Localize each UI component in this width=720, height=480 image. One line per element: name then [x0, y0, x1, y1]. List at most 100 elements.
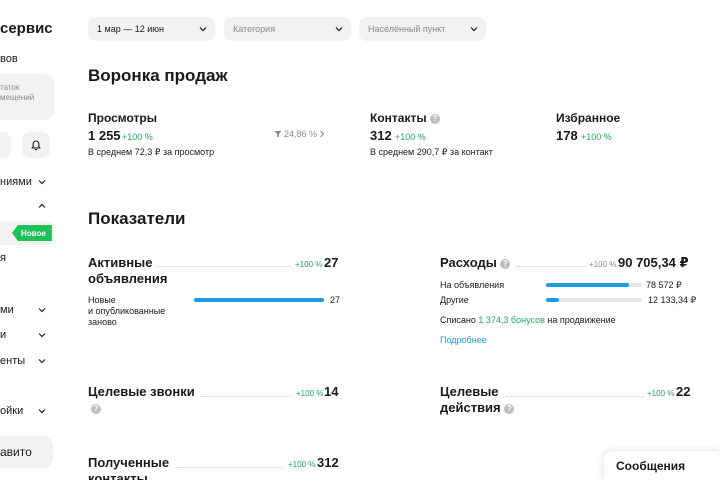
new-ads-label-line-3: заново — [88, 317, 117, 327]
target-actions-label-line-2-text: действия — [440, 400, 501, 415]
expenses-other-bar — [546, 298, 642, 302]
contacts-note: В среднем 290,7 ₽ за контакт — [370, 147, 493, 157]
brand-name: сервис — [0, 20, 53, 37]
sidebar-item-finance[interactable]: ми — [0, 304, 14, 316]
target-actions-growth: +100 % — [647, 389, 675, 398]
contacts-value: 312 — [370, 128, 392, 143]
chevron-right-icon — [320, 130, 325, 138]
filter-funnel-icon — [274, 131, 282, 137]
written-off-prefix: Списано — [440, 315, 476, 325]
target-calls-value: 14 — [324, 384, 339, 399]
help-icon[interactable]: ? — [504, 403, 515, 414]
expenses-value: 90 705,34 ₽ — [618, 255, 689, 270]
sidebar-item-label: ми — [0, 304, 14, 316]
help-icon[interactable]: ? — [91, 404, 101, 414]
sidebar-item-label: ойки — [0, 405, 24, 417]
active-ads-value: 27 — [324, 255, 339, 270]
favorites-growth: +100 % — [581, 132, 612, 142]
expenses-growth: +100 % — [589, 260, 617, 269]
chevron-down-icon — [38, 308, 46, 313]
chevron-down-icon — [38, 409, 46, 414]
contacts-label-text: Контакты — [370, 111, 427, 125]
new-ads-label: Новые и опубликованные заново — [88, 295, 165, 328]
contacts-label: Контакты ? — [370, 111, 440, 125]
target-actions-label-line-2: действия ? — [440, 400, 515, 416]
received-contacts-value: 312 — [317, 455, 339, 470]
new-ads-bar — [194, 298, 324, 302]
views-label: Просмотры — [88, 111, 158, 125]
views-growth: +100 % — [122, 132, 153, 142]
written-off-suffix: на продвижение — [547, 315, 616, 325]
conversion-rate[interactable]: 24,86 % — [274, 129, 325, 139]
new-badge: Новое — [12, 225, 52, 241]
target-calls-label: Целевые звонки — [88, 384, 195, 399]
contacts-growth: +100 % — [395, 132, 426, 142]
balance-card[interactable]: таток мещений — [0, 74, 54, 120]
active-ads-label-line-1: Активные — [88, 255, 153, 270]
expenses-ads-label: На объявления — [440, 280, 505, 290]
expenses-ads-value: 78 572 ₽ — [646, 280, 682, 290]
balance-line-1: таток — [0, 83, 20, 92]
sidebar-item-label: ниями — [0, 176, 32, 188]
expenses-other-bar-fill — [546, 298, 559, 302]
favorites-value: 178 — [556, 128, 578, 143]
messages-label: Сообщения — [616, 458, 686, 473]
sidebar-item-settings[interactable]: ойки — [0, 405, 23, 417]
dotted-leader — [156, 266, 291, 267]
dotted-leader — [516, 266, 586, 267]
chevron-down-icon — [335, 27, 343, 32]
sidebar-item-tools[interactable]: и — [0, 329, 6, 341]
chevron-up-icon[interactable] — [38, 202, 46, 210]
balance-line-2: мещений — [0, 93, 35, 102]
received-contacts-growth: +100 % — [288, 460, 316, 469]
favorites-label: Избранное — [556, 111, 621, 125]
target-actions-label-line-1: Целевые — [440, 384, 499, 399]
sidebar-item-promotion[interactable]: я — [0, 252, 6, 264]
expenses-more-link[interactable]: Подробнее — [440, 335, 487, 345]
target-actions-value: 22 — [676, 384, 691, 399]
target-calls-growth: +100 % — [296, 389, 324, 398]
views-note: В среднем 72,3 ₽ за просмотр — [88, 147, 215, 157]
period-select[interactable]: 1 мар — 12 июн — [88, 17, 215, 41]
chevron-down-icon — [38, 180, 46, 185]
new-ads-value: 27 — [330, 295, 341, 305]
notifications-button[interactable] — [22, 132, 50, 158]
location-select[interactable]: Населённый пункт — [359, 17, 486, 41]
expenses-label: Расходы ? — [440, 255, 511, 271]
target-actions-label: Целевые действия ? — [440, 384, 515, 416]
new-ads-label-line-2: и опубликованные — [88, 306, 166, 316]
written-off-bonus: 1 374,3 бонусов — [478, 315, 545, 325]
expenses-ads-bar — [546, 283, 642, 287]
sidebar: сервис вов таток мещений ниями Новое я м… — [0, 0, 70, 480]
indicators-title: Показатели — [88, 209, 186, 228]
sidebar-item-label: я — [0, 252, 6, 264]
expenses-label-text: Расходы — [440, 255, 497, 270]
sidebar-item-ads[interactable]: ниями — [0, 176, 32, 188]
help-icon[interactable]: ? — [500, 258, 511, 269]
dotted-leader — [506, 396, 644, 397]
sidebar-item-label: и — [0, 329, 7, 341]
bell-icon — [31, 139, 41, 150]
new-ads-label-line-1: Новые — [88, 295, 116, 305]
sidebar-cta-button[interactable]: авито — [0, 436, 53, 468]
location-select-placeholder: Населённый пункт — [368, 24, 446, 34]
chevron-down-icon — [38, 359, 46, 364]
new-ads-bar-fill — [194, 298, 324, 302]
help-icon[interactable]: ? — [429, 113, 440, 124]
conversion-value: 24,86 % — [284, 129, 318, 139]
expenses-other-value: 12 133,34 ₽ — [648, 295, 697, 305]
received-contacts-label-line-1: Полученные — [88, 455, 170, 470]
messages-widget[interactable]: Сообщения — [604, 451, 720, 480]
category-select[interactable]: Категория — [224, 17, 351, 41]
active-ads-label-line-2: объявления — [88, 271, 168, 286]
received-contacts-label: Полученные контакты — [88, 455, 169, 480]
dotted-leader — [176, 467, 284, 468]
active-ads-label: Активные объявления — [88, 255, 167, 287]
active-ads-growth: +100 % — [295, 260, 323, 269]
chevron-down-icon — [38, 333, 46, 338]
chevron-down-icon — [199, 27, 207, 32]
sidebar-item-clients[interactable]: енты — [0, 355, 25, 367]
period-select-value: 1 мар — 12 июн — [97, 24, 164, 34]
received-contacts-label-line-2: контакты — [88, 471, 148, 480]
sidebar-icon-button[interactable] — [0, 132, 11, 158]
